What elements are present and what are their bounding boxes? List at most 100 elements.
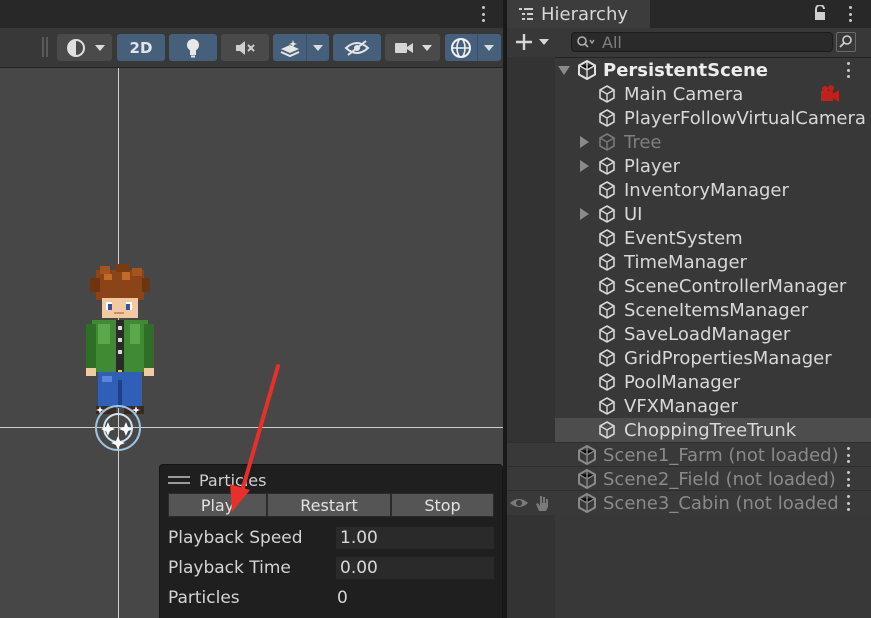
hierarchy-item-label: Player <box>624 155 681 177</box>
lighting-toggle-button[interactable] <box>169 34 217 61</box>
2d-toggle-button[interactable]: 2D <box>117 34 165 61</box>
hierarchy-item[interactable]: VFXManager <box>507 394 871 418</box>
scene-visibility-toggle-button[interactable] <box>333 34 381 61</box>
hierarchy-item[interactable]: ChoppingTreeTrunk <box>555 418 871 442</box>
unity-scene-icon <box>578 60 596 80</box>
tab-hierarchy[interactable]: Hierarchy <box>507 0 650 28</box>
gameobject-cube-icon <box>599 157 615 175</box>
scene-row-persistent[interactable]: PersistentScene <box>507 58 871 82</box>
playback-speed-field[interactable]: 1.00 <box>335 526 495 550</box>
unloaded-scene-label: Scene3_Cabin (not loaded <box>603 492 839 514</box>
gameobject-cube-icon <box>599 421 615 439</box>
hierarchy-item-label: ChoppingTreeTrunk <box>624 419 797 441</box>
hierarchy-tab-title: Hierarchy <box>541 3 629 25</box>
unity-scene-icon <box>578 469 596 489</box>
hierarchy-item-label: InventoryManager <box>624 179 789 201</box>
drag-handle-icon[interactable] <box>168 476 190 484</box>
chevron-down-icon <box>94 44 105 51</box>
gameobject-cube-icon <box>599 205 615 223</box>
hierarchy-item[interactable]: EventSystem <box>507 226 871 250</box>
hierarchy-panel: Hierarchy All PersistentScene Main Camer… <box>507 0 871 618</box>
hierarchy-item[interactable]: Player <box>507 154 871 178</box>
pickable-hand-icon[interactable] <box>533 493 553 513</box>
audio-mute-icon <box>236 40 255 55</box>
hierarchy-item[interactable]: SaveLoadManager <box>507 322 871 346</box>
visibility-eye-icon[interactable] <box>509 493 529 513</box>
plus-icon <box>516 34 532 50</box>
hierarchy-item-label: SceneItemsManager <box>624 299 809 321</box>
chevron-down-icon <box>313 45 323 51</box>
hierarchy-item[interactable]: UI <box>507 202 871 226</box>
hierarchy-item-label: PoolManager <box>624 371 741 393</box>
annotation-arrow-icon <box>230 364 280 512</box>
camera-icon <box>394 42 413 53</box>
particle-system-gizmo-icon[interactable] <box>92 402 144 456</box>
hierarchy-item[interactable]: SceneControllerManager <box>507 274 871 298</box>
scene-row-more-icon[interactable] <box>846 495 850 511</box>
fold-closed-icon[interactable] <box>580 208 589 220</box>
effects-dropdown[interactable] <box>273 34 329 61</box>
toolbar-grip <box>42 37 48 57</box>
scene-more-icon[interactable] <box>481 6 485 22</box>
hierarchy-list-icon <box>519 8 533 20</box>
draw-mode-dropdown[interactable] <box>57 34 112 61</box>
lightbulb-icon <box>187 38 199 57</box>
gameobject-cube-icon <box>599 109 615 127</box>
unity-scene-icon <box>578 493 596 513</box>
unloaded-scene-label: Scene2_Field (not loaded) <box>603 468 836 490</box>
playback-time-field[interactable]: 0.00 <box>335 556 495 580</box>
shading-sphere-icon <box>66 38 85 57</box>
gameobject-cube-icon <box>599 253 615 271</box>
hierarchy-item[interactable]: Tree <box>507 130 871 154</box>
gameobject-cube-icon <box>599 397 615 415</box>
playback-speed-label: Playback Speed <box>168 528 303 548</box>
particles-stop-button[interactable]: Stop <box>391 493 494 517</box>
hierarchy-item-label: PlayerFollowVirtualCamera <box>624 107 866 129</box>
particles-count-label: Particles <box>168 588 240 608</box>
hierarchy-item-label: Main Camera <box>624 83 744 105</box>
fold-closed-icon[interactable] <box>580 160 589 172</box>
hierarchy-item[interactable]: PlayerFollowVirtualCamera <box>507 106 871 130</box>
gameobject-cube-icon <box>599 349 615 367</box>
particles-overlay-panel: Particles Play Restart Stop Playback Spe… <box>159 464 503 618</box>
playback-time-label: Playback Time <box>168 558 291 578</box>
unloaded-scene-row[interactable]: Scene3_Cabin (not loaded <box>507 490 871 515</box>
gameobject-cube-icon <box>599 373 615 391</box>
root-scene-label: PersistentScene <box>603 59 768 81</box>
scene-row-more-icon[interactable] <box>846 447 850 463</box>
unloaded-scene-row[interactable]: Scene2_Field (not loaded) <box>507 466 871 491</box>
hierarchy-more-icon[interactable] <box>848 6 852 22</box>
fold-open-icon[interactable] <box>558 66 570 75</box>
gameobject-cube-icon <box>599 133 615 151</box>
fold-closed-icon[interactable] <box>580 136 589 148</box>
hierarchy-item-label: UI <box>624 203 643 225</box>
chevron-down-icon <box>421 44 432 51</box>
hierarchy-item[interactable]: Main Camera <box>507 82 871 106</box>
hierarchy-item-label: TimeManager <box>624 251 747 273</box>
player-sprite[interactable] <box>82 264 158 424</box>
hierarchy-item[interactable]: GridPropertiesManager <box>507 346 871 370</box>
scene-row-more-icon[interactable] <box>846 62 850 78</box>
hierarchy-search-input[interactable]: All <box>571 32 833 52</box>
unloaded-scene-row[interactable]: Scene1_Farm (not loaded) <box>507 442 871 467</box>
camera-gizmo-icon <box>821 85 839 102</box>
unity-scene-icon <box>578 445 596 465</box>
hierarchy-item[interactable]: SceneItemsManager <box>507 298 871 322</box>
audio-toggle-button[interactable] <box>221 34 269 61</box>
gameobject-cube-icon <box>599 277 615 295</box>
scene-camera-dropdown[interactable] <box>385 34 440 61</box>
scene-search-icon[interactable] <box>836 32 856 52</box>
gizmos-dropdown[interactable] <box>445 34 501 61</box>
create-dropdown[interactable] <box>515 32 555 52</box>
hierarchy-item-label: EventSystem <box>624 227 743 249</box>
hierarchy-item[interactable]: TimeManager <box>507 250 871 274</box>
particles-count-value: 0 <box>337 588 348 608</box>
lock-icon[interactable] <box>813 5 827 21</box>
hierarchy-item-label: GridPropertiesManager <box>624 347 832 369</box>
hierarchy-item[interactable]: PoolManager <box>507 370 871 394</box>
gameobject-cube-icon <box>599 229 615 247</box>
unloaded-scene-label: Scene1_Farm (not loaded) <box>603 444 839 466</box>
scene-row-more-icon[interactable] <box>846 471 850 487</box>
chevron-down-icon <box>484 45 494 51</box>
hierarchy-item[interactable]: InventoryManager <box>507 178 871 202</box>
